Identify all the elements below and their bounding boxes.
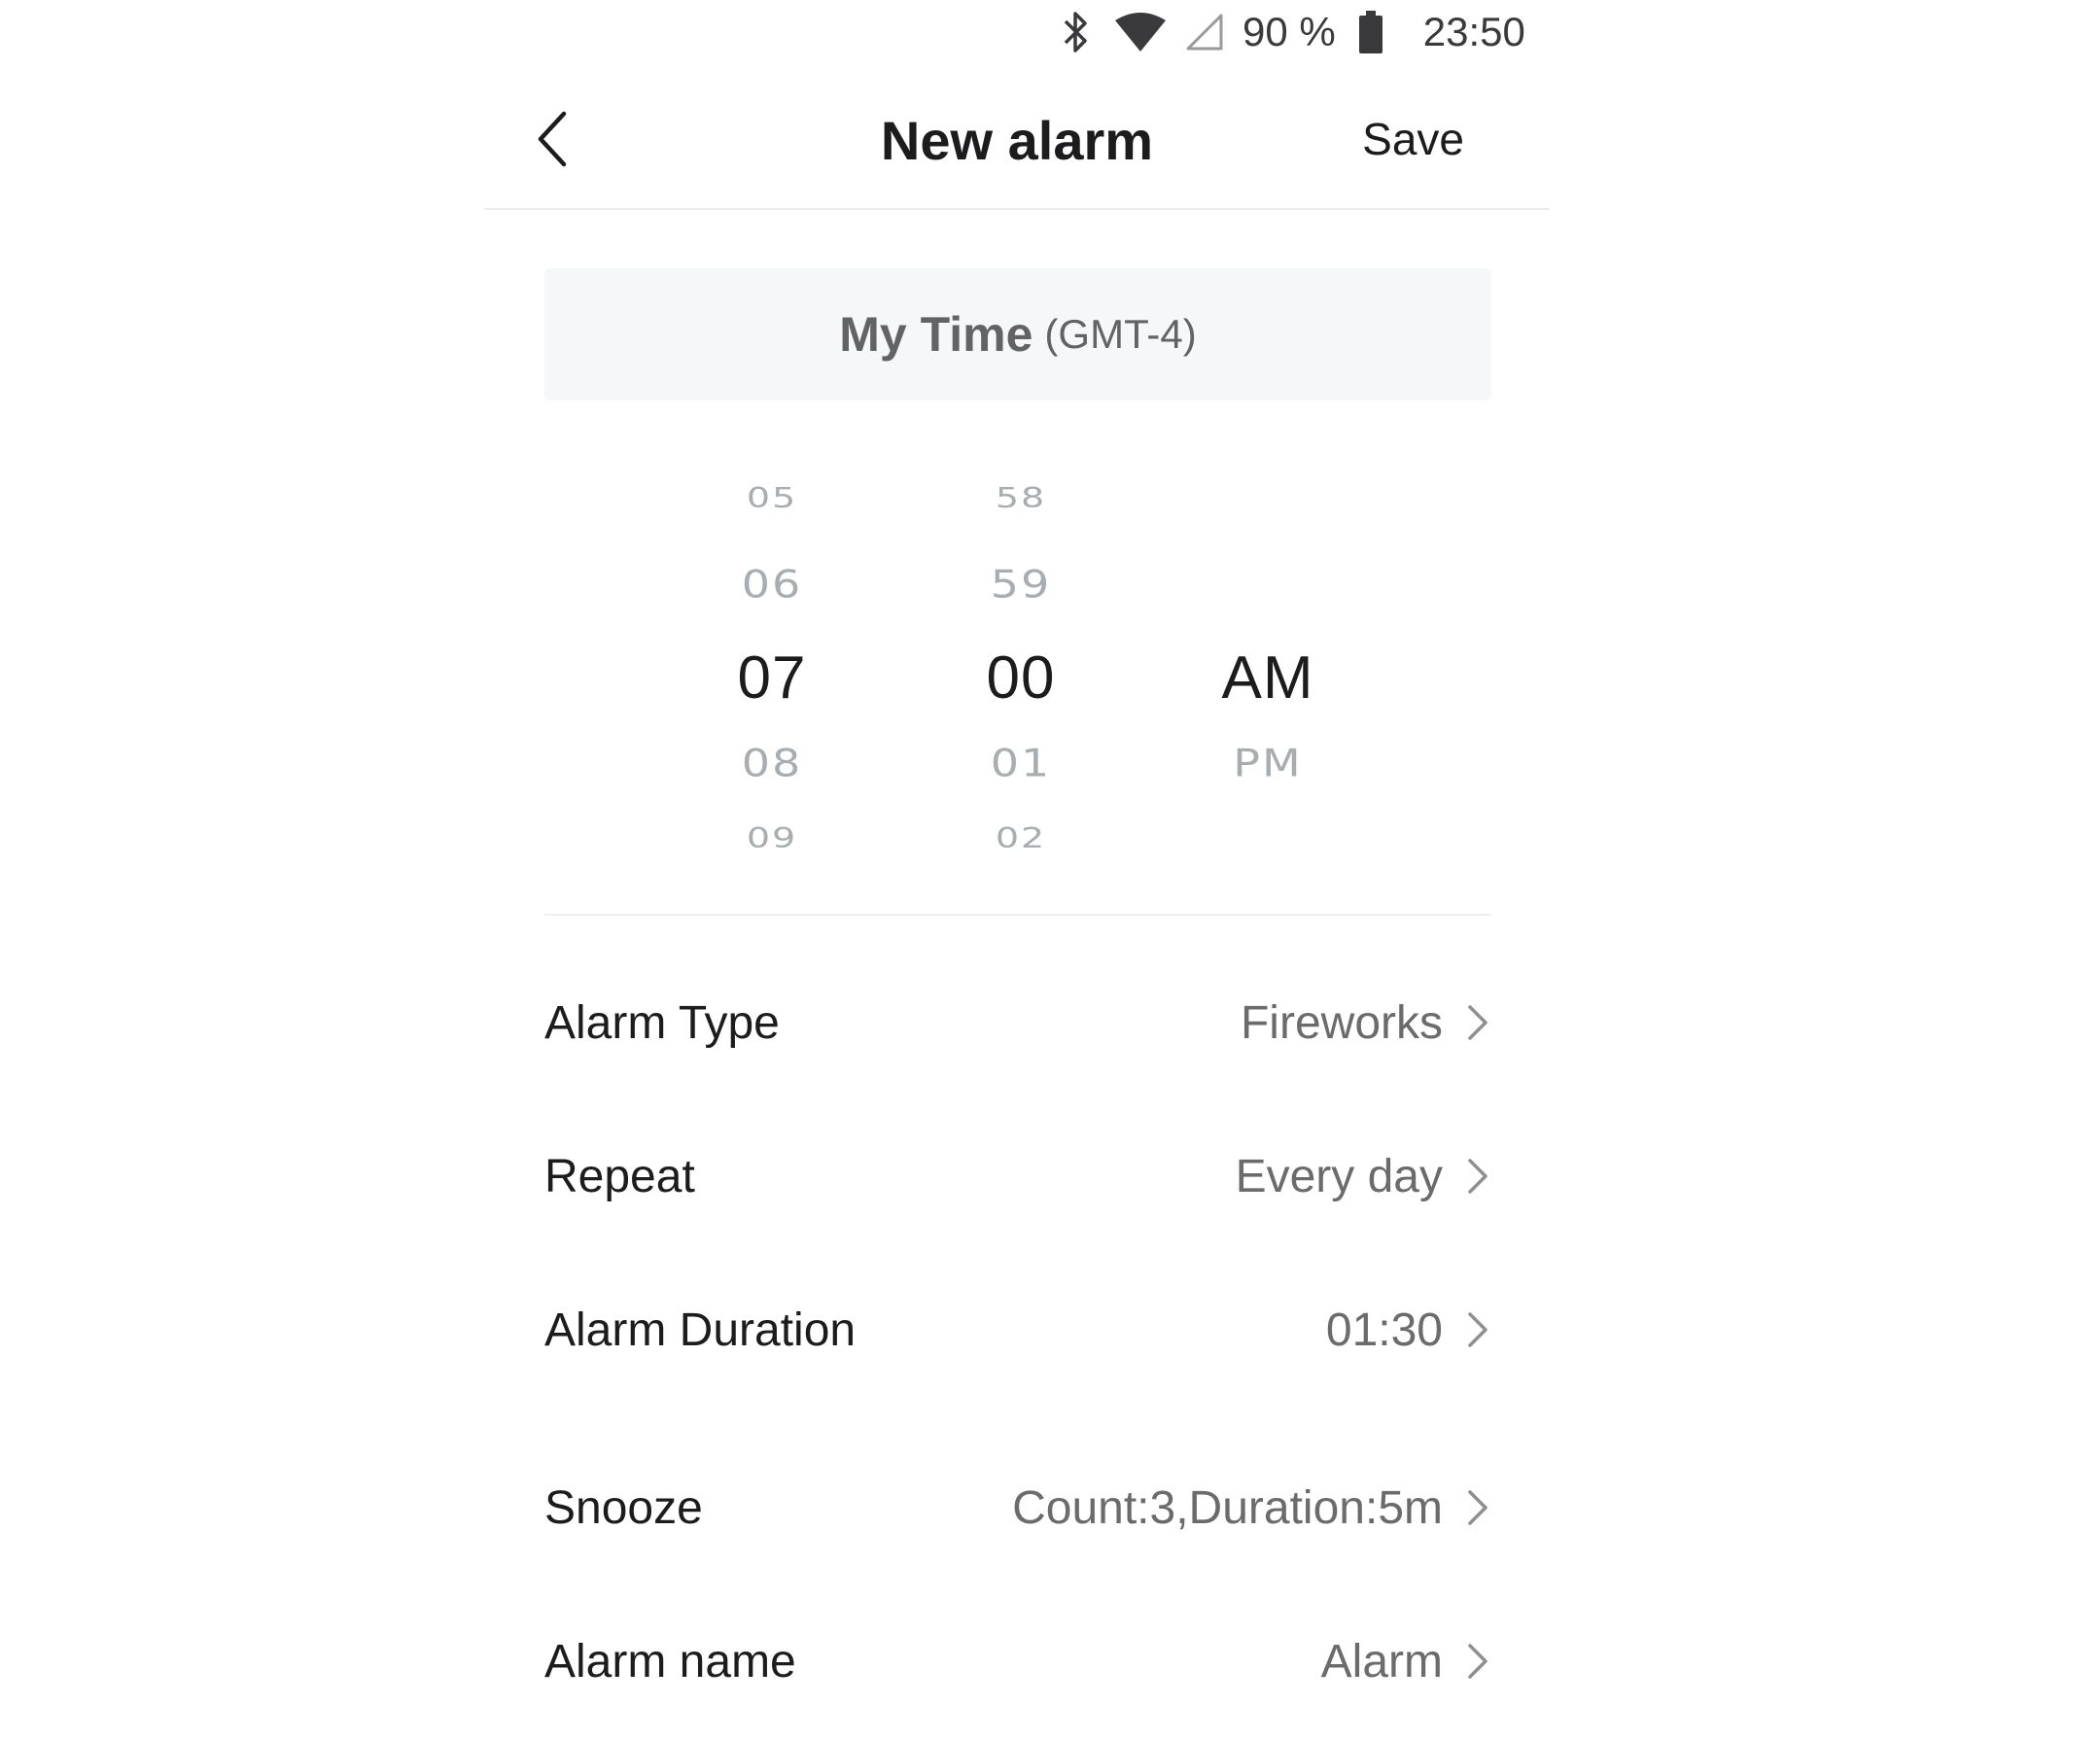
status-bar: 90 % 23:50 [1060, 0, 1525, 64]
timezone-label: My Time [839, 307, 1033, 362]
setting-label: Alarm Duration [544, 1304, 857, 1356]
save-button[interactable]: Save [1362, 113, 1464, 165]
wifi-icon [1114, 11, 1167, 53]
setting-label: Repeat [544, 1150, 695, 1202]
minute-option[interactable]: 58 [924, 482, 1118, 514]
status-clock: 23:50 [1422, 9, 1525, 54]
app-header: New alarm Save [484, 64, 1550, 210]
battery-icon [1357, 10, 1384, 54]
time-picker: 05 06 07 08 09 58 59 00 01 02 AM PM [544, 457, 1491, 916]
battery-percent: 90 % [1242, 9, 1336, 54]
hour-option[interactable]: 06 [675, 562, 869, 607]
minute-option[interactable]: 02 [924, 822, 1118, 854]
setting-label: Alarm Type [544, 996, 780, 1049]
setting-label: Snooze [544, 1481, 703, 1534]
period-option[interactable]: PM [1171, 741, 1365, 785]
minute-option[interactable]: 01 [924, 741, 1118, 785]
setting-label: Alarm name [544, 1635, 796, 1687]
chevron-right-icon [1464, 1003, 1491, 1042]
setting-value: Alarm [1320, 1635, 1443, 1687]
setting-row-repeat[interactable]: Repeat Every day [544, 1118, 1491, 1235]
cell-signal-icon [1184, 12, 1225, 52]
bluetooth-icon [1060, 10, 1093, 54]
setting-row-alarm-duration[interactable]: Alarm Duration 01:30 [544, 1271, 1491, 1388]
setting-row-alarm-name[interactable]: Alarm name Alarm [544, 1603, 1491, 1720]
new-alarm-screen: 90 % 23:50 New alarm Save My Time (GMT-4… [0, 0, 2100, 1739]
setting-row-snooze[interactable]: Snooze Count:3,Duration:5m [544, 1449, 1491, 1566]
chevron-right-icon [1464, 1488, 1491, 1527]
minute-option-selected[interactable]: 00 [924, 643, 1118, 713]
hour-option-selected[interactable]: 07 [675, 643, 869, 713]
timezone-selector[interactable]: My Time (GMT-4) [544, 268, 1491, 400]
chevron-right-icon [1464, 1642, 1491, 1681]
setting-value: Every day [1235, 1150, 1443, 1202]
chevron-right-icon [1464, 1157, 1491, 1196]
period-option-selected[interactable]: AM [1171, 643, 1365, 713]
setting-row-alarm-type[interactable]: Alarm Type Fireworks [544, 964, 1491, 1081]
setting-value: Fireworks [1240, 996, 1443, 1049]
setting-value: Count:3,Duration:5m [1012, 1481, 1443, 1534]
hour-option[interactable]: 09 [675, 822, 869, 854]
setting-value: 01:30 [1325, 1304, 1443, 1356]
minute-option[interactable]: 59 [924, 562, 1118, 607]
hour-option[interactable]: 08 [675, 741, 869, 785]
hour-option[interactable]: 05 [675, 482, 869, 514]
timezone-offset: (GMT-4) [1044, 311, 1197, 357]
chevron-right-icon [1464, 1310, 1491, 1349]
